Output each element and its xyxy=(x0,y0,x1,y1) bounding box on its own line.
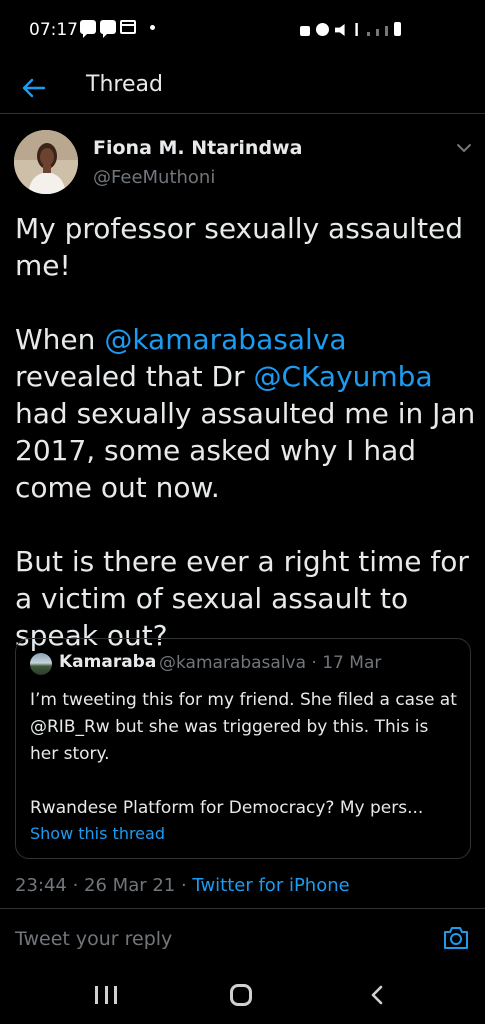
tweet-text-segment: When xyxy=(15,323,105,356)
data-icon xyxy=(355,23,358,36)
author-name[interactable]: Fiona M. Ntarindwa xyxy=(93,137,302,159)
tweet-text: My professor sexually assaulted me! When… xyxy=(15,210,477,654)
notification-icons xyxy=(80,20,155,38)
mention-link[interactable]: @CKayumba xyxy=(254,360,433,393)
back-icon[interactable] xyxy=(368,984,386,1006)
tweet-timestamp: 23:44 · 26 Mar 21 · xyxy=(15,875,193,896)
reply-input[interactable]: Tweet your reply xyxy=(15,928,172,950)
system-nav-bar xyxy=(0,968,485,1024)
calendar-notification-icon xyxy=(120,20,136,34)
battery-icon xyxy=(394,22,401,36)
quote-paragraph: Rwandese Platform for Democracy? My pers… xyxy=(30,798,424,818)
signal-bar-icon xyxy=(376,29,379,36)
quote-handle-date: @kamarabasalva · 17 Mar xyxy=(159,653,382,673)
quote-author-name: Kamaraba xyxy=(59,652,157,672)
quote-author-avatar xyxy=(30,653,52,675)
quote-paragraph: I’m tweeting this for my friend. She fil… xyxy=(30,690,457,764)
alarm-icon xyxy=(316,23,329,36)
quoted-tweet[interactable]: Kamaraba @kamarabasalva · 17 Mar I’m twe… xyxy=(15,638,471,859)
page-title: Thread xyxy=(86,72,163,97)
tweet-source-link[interactable]: Twitter for iPhone xyxy=(192,875,349,896)
more-notifications-icon xyxy=(150,24,155,30)
status-time: 07:17 xyxy=(29,20,78,40)
camera-icon[interactable] xyxy=(442,925,470,951)
tweet-text-segment: revealed that Dr xyxy=(15,360,254,393)
author-handle[interactable]: @FeeMuthoni xyxy=(93,167,215,188)
mention-link[interactable]: @kamarabasalva xyxy=(104,323,346,356)
chevron-down-icon[interactable] xyxy=(455,141,473,155)
author-avatar[interactable] xyxy=(14,130,78,194)
message-notification-icon xyxy=(80,20,96,38)
signal-bar-icon xyxy=(367,32,370,36)
show-thread-link[interactable]: Show this thread xyxy=(30,824,165,843)
lock-icon xyxy=(300,26,310,36)
back-arrow-icon[interactable] xyxy=(20,74,48,102)
quote-text: I’m tweeting this for my friend. She fil… xyxy=(30,687,458,822)
status-bar: 07:17 xyxy=(0,0,485,62)
chat-notification-icon xyxy=(100,20,116,38)
reply-bar: Tweet your reply xyxy=(0,908,485,968)
tweet-meta: 23:44 · 26 Mar 21 · Twitter for iPhone xyxy=(15,875,350,896)
system-icons xyxy=(300,22,401,36)
recent-apps-icon[interactable] xyxy=(95,986,117,1004)
tweet-text-segment: had sexually assaulted me in Jan 2017, s… xyxy=(15,397,476,504)
mute-icon xyxy=(335,24,345,36)
app-header: Thread xyxy=(0,62,485,114)
tweet-paragraph: When @kamarabasalva revealed that Dr @CK… xyxy=(15,321,477,506)
signal-bar-icon xyxy=(385,26,388,36)
home-icon[interactable] xyxy=(230,984,252,1006)
tweet-paragraph: My professor sexually assaulted me! xyxy=(15,212,464,282)
